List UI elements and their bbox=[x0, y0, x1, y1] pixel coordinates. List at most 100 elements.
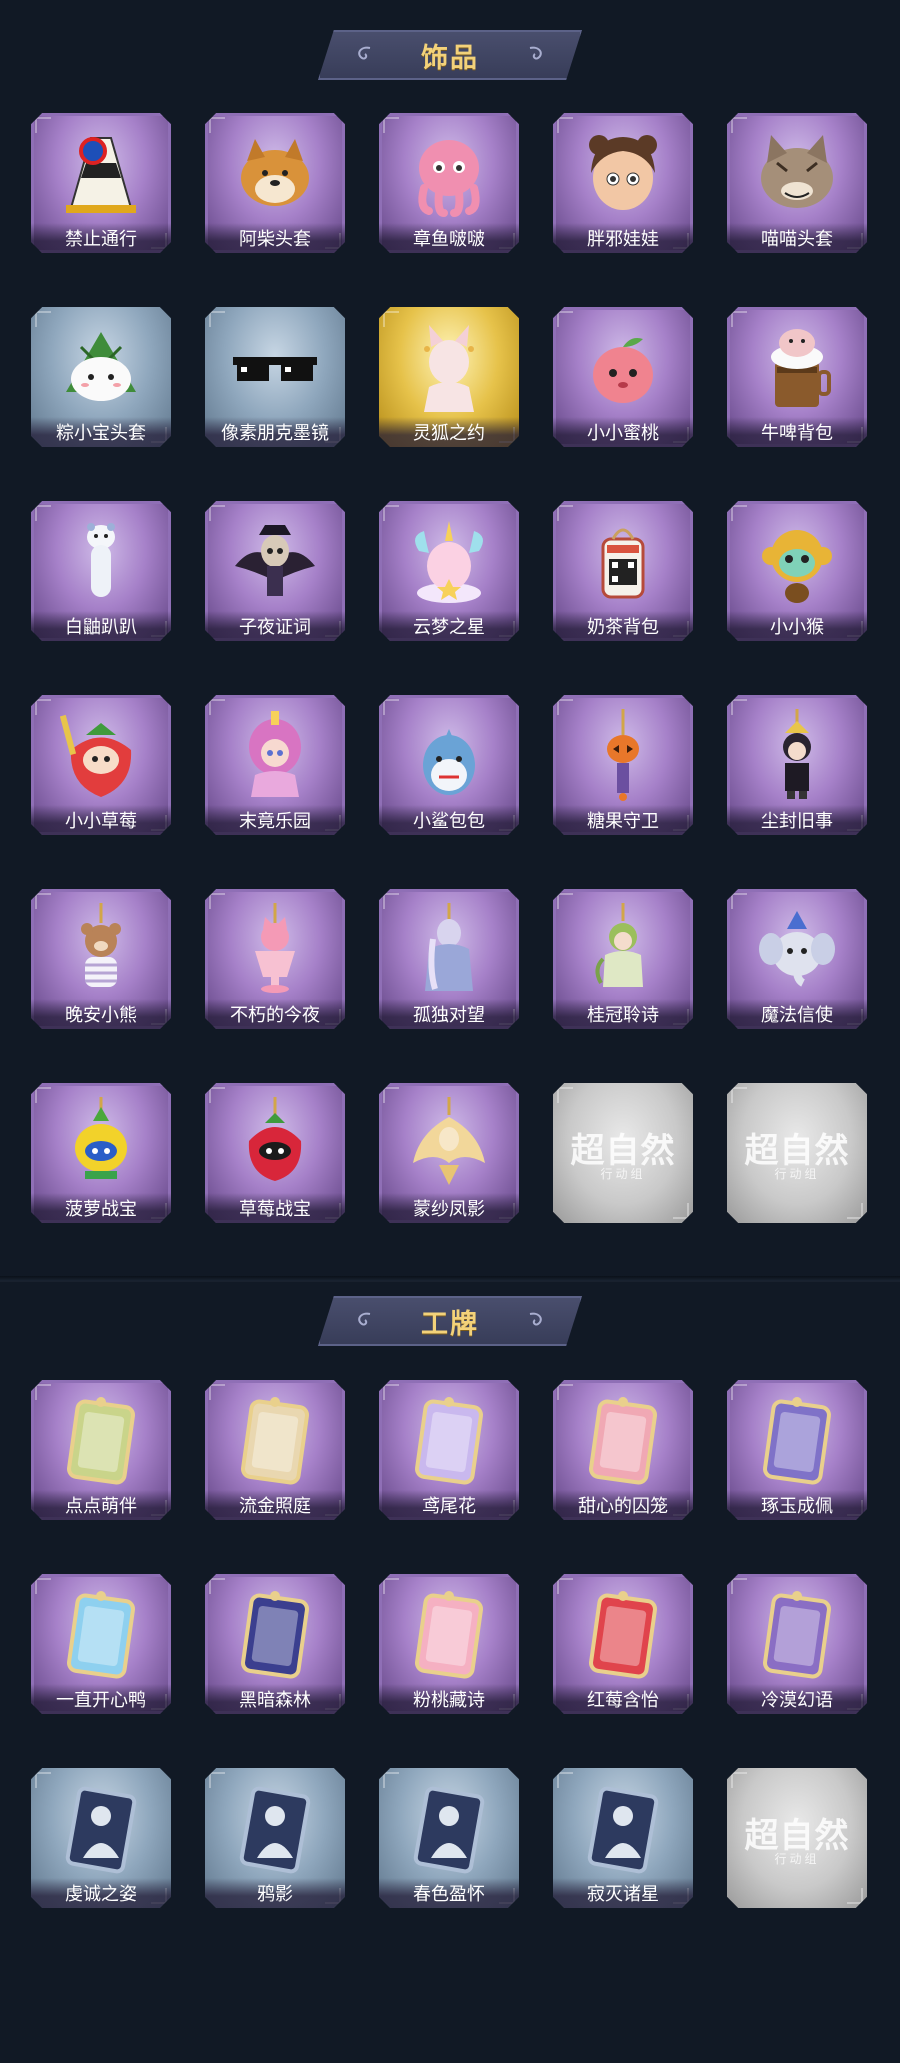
accessory-card[interactable]: 胖邪娃娃 bbox=[553, 113, 693, 253]
accessory-card[interactable]: 尘封旧事 bbox=[727, 695, 867, 835]
badge-card[interactable]: 寂灭诸星 bbox=[553, 1768, 693, 1908]
accessory-card[interactable]: 喵喵头套 bbox=[727, 113, 867, 253]
peach-icon bbox=[593, 338, 653, 403]
accessory-card[interactable]: 草莓战宝 bbox=[205, 1083, 345, 1223]
card-label: 章鱼啵啵 bbox=[379, 223, 519, 253]
badge-card-icon bbox=[67, 1397, 135, 1485]
accessory-card[interactable]: 桂冠聆诗 bbox=[553, 889, 693, 1029]
badge-card-icon bbox=[763, 1591, 831, 1679]
card-corner-decoration bbox=[557, 117, 573, 133]
card-label: 菠萝战宝 bbox=[31, 1193, 171, 1223]
card-label: 虔诚之姿 bbox=[31, 1878, 171, 1908]
silhouette-card-icon bbox=[239, 1786, 311, 1874]
card-corner-decoration bbox=[731, 1772, 747, 1788]
badge-card[interactable]: 一直开心鸭 bbox=[31, 1574, 171, 1714]
accessory-card[interactable]: 魔法信使 bbox=[727, 889, 867, 1029]
accessory-card[interactable]: 奶茶背包 bbox=[553, 501, 693, 641]
card-label: 粉桃藏诗 bbox=[379, 1684, 519, 1714]
card-label: 喵喵头套 bbox=[727, 223, 867, 253]
accessory-card[interactable]: 牛啤背包 bbox=[727, 307, 867, 447]
card-corner-decoration bbox=[731, 117, 747, 133]
elephant-charm-icon bbox=[759, 911, 835, 987]
accessory-card[interactable]: 糖果守卫 bbox=[553, 695, 693, 835]
badge-card[interactable]: 冷漠幻语 bbox=[727, 1574, 867, 1714]
accessory-card[interactable]: 菠萝战宝 bbox=[31, 1083, 171, 1223]
badge-card[interactable]: 点点萌伴 bbox=[31, 1380, 171, 1520]
card-corner-decoration bbox=[209, 1772, 225, 1788]
card-corner-decoration bbox=[35, 1578, 51, 1594]
card-corner-decoration bbox=[557, 699, 573, 715]
octopus-icon bbox=[418, 140, 480, 217]
badge-card[interactable]: 粉桃藏诗 bbox=[379, 1574, 519, 1714]
accessory-card[interactable]: 超自然 行动组 bbox=[727, 1083, 867, 1223]
card-label: 鸦影 bbox=[205, 1878, 345, 1908]
badge-card[interactable]: 流金照庭 bbox=[205, 1380, 345, 1520]
accessory-card[interactable]: 末竟乐园 bbox=[205, 695, 345, 835]
badge-card[interactable]: 超自然 行动组 bbox=[727, 1768, 867, 1908]
accessory-card[interactable]: 像素朋克墨镜 bbox=[205, 307, 345, 447]
accessory-card[interactable]: 不朽的今夜 bbox=[205, 889, 345, 1029]
card-label: 子夜证词 bbox=[205, 611, 345, 641]
accessory-card[interactable]: 禁止通行 bbox=[31, 113, 171, 253]
card-corner-decoration bbox=[731, 893, 747, 909]
card-corner-decoration bbox=[383, 1087, 399, 1103]
card-corner-decoration bbox=[35, 117, 51, 133]
card-label: 冷漠幻语 bbox=[727, 1684, 867, 1714]
accessory-card[interactable]: 小鲨包包 bbox=[379, 695, 519, 835]
accessory-card[interactable]: 阿柴头套 bbox=[205, 113, 345, 253]
badge-card[interactable]: 红莓含怡 bbox=[553, 1574, 693, 1714]
accessory-card[interactable]: 章鱼啵啵 bbox=[379, 113, 519, 253]
doll-head-icon bbox=[589, 135, 657, 210]
silhouette-card-icon bbox=[413, 1786, 485, 1874]
card-corner-decoration bbox=[557, 311, 573, 327]
accessory-card[interactable]: 超自然 行动组 bbox=[553, 1083, 693, 1223]
accessory-card[interactable]: 小小猴 bbox=[727, 501, 867, 641]
card-label: 尘封旧事 bbox=[727, 805, 867, 835]
accessory-card[interactable]: 小小草莓 bbox=[31, 695, 171, 835]
card-label: 小小草莓 bbox=[31, 805, 171, 835]
strawberry-robot-icon bbox=[248, 1097, 302, 1181]
badge-card-icon bbox=[241, 1591, 309, 1679]
accessory-card[interactable]: 小小蜜桃 bbox=[553, 307, 693, 447]
placeholder-logo-subtext: 行动组 bbox=[600, 1167, 646, 1181]
card-label: 小小蜜桃 bbox=[553, 417, 693, 447]
accessory-card[interactable]: 子夜证词 bbox=[205, 501, 345, 641]
accessory-card[interactable]: 云梦之星 bbox=[379, 501, 519, 641]
badge-card[interactable]: 黑暗森林 bbox=[205, 1574, 345, 1714]
card-label: 灵狐之约 bbox=[379, 417, 519, 447]
card-corner-decoration bbox=[209, 1384, 225, 1400]
cat-head-icon bbox=[761, 135, 833, 208]
badge-card-icon bbox=[589, 1591, 657, 1679]
clown-girl-icon bbox=[249, 711, 301, 797]
accessory-card[interactable]: 孤独对望 bbox=[379, 889, 519, 1029]
silhouette-card-icon bbox=[587, 1786, 659, 1874]
badge-card[interactable]: 鸦影 bbox=[205, 1768, 345, 1908]
badge-card[interactable]: 琢玉成佩 bbox=[727, 1380, 867, 1520]
unicorn-icon bbox=[415, 521, 483, 603]
card-corner-decoration bbox=[35, 311, 51, 327]
card-label: 黑暗森林 bbox=[205, 1684, 345, 1714]
card-corner-decoration bbox=[557, 1087, 573, 1103]
card-corner-decoration bbox=[557, 893, 573, 909]
card-label: 草莓战宝 bbox=[205, 1193, 345, 1223]
badge-card[interactable]: 甜心的囚笼 bbox=[553, 1380, 693, 1520]
card-label: 白鼬趴趴 bbox=[31, 611, 171, 641]
badge-card-icon bbox=[415, 1397, 483, 1485]
card-corner-decoration bbox=[209, 117, 225, 133]
accessory-card[interactable]: 粽小宝头套 bbox=[31, 307, 171, 447]
owl-doll-icon bbox=[235, 525, 315, 596]
badge-card[interactable]: 虔诚之姿 bbox=[31, 1768, 171, 1908]
badges-banner: 工牌 bbox=[318, 1296, 582, 1346]
badge-card[interactable]: 鸢尾花 bbox=[379, 1380, 519, 1520]
accessory-card[interactable]: 晚安小熊 bbox=[31, 889, 171, 1029]
badge-card[interactable]: 春色盈怀 bbox=[379, 1768, 519, 1908]
card-label: 魔法信使 bbox=[727, 999, 867, 1029]
accessory-card[interactable]: 白鼬趴趴 bbox=[31, 501, 171, 641]
card-corner-decoration bbox=[847, 1888, 863, 1904]
card-corner-decoration bbox=[383, 1772, 399, 1788]
card-label: 蒙纱凤影 bbox=[379, 1193, 519, 1223]
accessory-card[interactable]: 蒙纱凤影 bbox=[379, 1083, 519, 1223]
traffic-cone-icon bbox=[66, 137, 136, 213]
accessory-card[interactable]: 灵狐之约 bbox=[379, 307, 519, 447]
card-corner-decoration bbox=[383, 505, 399, 521]
